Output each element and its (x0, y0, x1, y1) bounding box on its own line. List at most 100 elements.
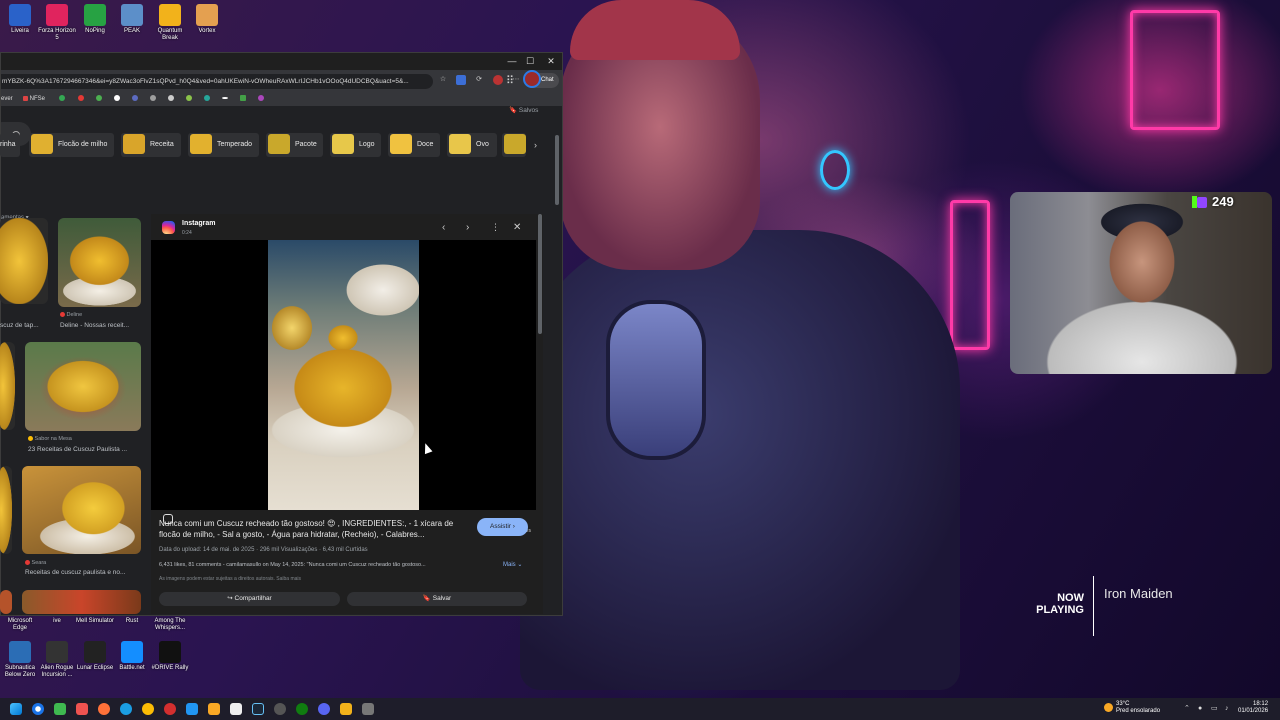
result-image[interactable] (58, 218, 141, 307)
result-image[interactable] (22, 466, 141, 554)
desktop-icon[interactable]: Liveira (0, 4, 40, 35)
brave-icon[interactable] (76, 703, 88, 715)
watch-button[interactable]: Assistir › (477, 518, 528, 536)
result-title[interactable]: scuz de tap... (0, 322, 46, 329)
url-field[interactable]: mYBZK-6Q%3A1767294667346&ei=y8ZWac3oFlvZ… (1, 74, 433, 89)
store-icon[interactable] (230, 703, 242, 715)
close-icon[interactable]: ✕ (544, 55, 558, 67)
result-title[interactable]: Deline - Nossas receit... (60, 322, 140, 329)
result-title[interactable]: 23 Receitas de Cuscuz Paulista ... (28, 446, 143, 453)
close-icon[interactable]: ✕ (513, 222, 521, 233)
more-link[interactable]: Mais ⌄ (503, 561, 522, 568)
weather-widget[interactable]: 33°C Pred ensolarado (1104, 701, 1160, 715)
desktop-icon[interactable]: Vortex (187, 4, 227, 35)
bookmark-icon-7[interactable] (186, 95, 192, 103)
desktop-icon-label[interactable]: Microsoft Edge (0, 618, 40, 632)
desktop-icon[interactable]: Battle.net (112, 641, 152, 672)
app-icon[interactable] (186, 703, 198, 715)
related-search-chip[interactable]: Receita (121, 133, 181, 157)
bookmark-item[interactable]: ever (1, 95, 13, 103)
desktop-icon[interactable]: #DRIVE Rally (150, 641, 190, 672)
bookmark-icon-5[interactable] (132, 95, 138, 103)
chrome-taskbar-icon[interactable] (32, 703, 44, 715)
result-image[interactable] (25, 342, 141, 431)
chevron-right-icon[interactable]: › (534, 140, 537, 150)
settings-icon[interactable] (274, 703, 286, 715)
related-search-chip[interactable]: Ovo (447, 133, 497, 157)
more-vert-icon[interactable]: ⋮ (491, 222, 500, 233)
desktop-icon[interactable]: NoPing (75, 4, 115, 35)
desktop-icon[interactable]: Lunar Eclipse (75, 641, 115, 672)
result-image[interactable] (22, 590, 141, 614)
result-image[interactable] (0, 590, 12, 614)
related-search-chip[interactable] (502, 133, 526, 157)
related-search-chip[interactable]: Temperado (188, 133, 259, 157)
preview-image[interactable] (268, 240, 419, 510)
preview-caption[interactable]: Nunca comi um Cuscuz recheado tão gostos… (159, 518, 474, 540)
bookmark-icon-10[interactable] (240, 95, 246, 103)
edge-icon[interactable] (120, 703, 132, 715)
chevron-up-icon[interactable]: ⌃ (1184, 705, 1192, 713)
related-search-chip[interactable]: Pacote (266, 133, 323, 157)
related-search-chip[interactable]: rinha (0, 133, 20, 157)
bookmark-icon-9[interactable] (222, 95, 228, 103)
desktop-icon[interactable]: Subnautica Below Zero (0, 641, 40, 679)
source-name[interactable]: Instagram (182, 220, 215, 227)
steam-icon[interactable] (252, 703, 264, 715)
clock[interactable]: 18:12 01/01/2026 (1238, 701, 1268, 715)
desktop-icon[interactable]: PEAK (112, 4, 152, 35)
desktop-icon[interactable]: Forza Horizon 5 (37, 4, 77, 42)
bookmark-icon-3[interactable] (96, 95, 102, 103)
maximize-icon[interactable]: ☐ (523, 55, 537, 67)
profile-icon[interactable] (493, 75, 503, 85)
discord-icon[interactable] (318, 703, 330, 715)
app-icon[interactable] (340, 703, 352, 715)
folder-icon[interactable] (208, 703, 220, 715)
panel-scrollbar[interactable] (538, 214, 542, 334)
desktop-icon[interactable]: Quantum Break (150, 4, 190, 42)
globe-icon[interactable] (168, 95, 174, 103)
desktop-icon-label[interactable]: Rust (112, 618, 152, 625)
mic-icon[interactable]: ● (1198, 705, 1206, 713)
chevron-right-icon[interactable]: › (466, 222, 469, 233)
page-scrollbar[interactable] (555, 135, 559, 205)
save-button[interactable]: 🔖 Salvar (347, 592, 527, 606)
firefox-icon[interactable] (98, 703, 110, 715)
bookmark-icon-1[interactable] (59, 95, 65, 103)
google-apps-icon[interactable]: ⠿ (506, 74, 514, 87)
media-viewer[interactable]: 464 × 825 (151, 240, 536, 533)
app-icon[interactable] (54, 703, 66, 715)
result-image[interactable] (0, 342, 15, 430)
account-avatar[interactable] (523, 70, 541, 88)
result-image[interactable] (0, 218, 48, 304)
chrome-icon[interactable] (142, 703, 154, 715)
desktop-icon[interactable]: Alien Rogue Incursion ... (37, 641, 77, 679)
share-button[interactable]: ↪ Compartilhar (159, 592, 340, 606)
minimize-icon[interactable]: — (505, 55, 519, 67)
bookmark-item[interactable]: NFSe (23, 95, 45, 103)
bookmark-icon-11[interactable] (258, 95, 264, 103)
refresh-extension-icon[interactable]: ⟳ (474, 75, 484, 85)
bookmark-icon-8[interactable] (204, 95, 210, 103)
desktop-icon-label[interactable]: ive (37, 618, 77, 625)
monitor-icon[interactable]: ▭ (1211, 705, 1219, 713)
result-title[interactable]: Receitas de cuscuz paulista e no... (25, 569, 140, 576)
bookmark-icon-6[interactable] (150, 95, 156, 103)
related-search-chip[interactable]: Doce (388, 133, 440, 157)
start-icon[interactable] (10, 703, 22, 715)
result-image[interactable] (0, 466, 12, 554)
volume-icon[interactable]: ♪ (1225, 705, 1233, 713)
related-search-chip[interactable]: Logo (330, 133, 381, 157)
saved-link[interactable]: 🔖 Salvos (509, 106, 538, 114)
desktop-icon-label[interactable]: Among The Whispers... (150, 618, 190, 632)
bookmark-icon-2[interactable] (78, 95, 84, 103)
opera-icon[interactable] (164, 703, 176, 715)
chevron-left-icon[interactable]: ‹ (442, 222, 445, 233)
extension-icon[interactable] (456, 75, 466, 85)
app-icon[interactable] (362, 703, 374, 715)
desktop-icon-label[interactable]: Mell Simulator (75, 618, 115, 625)
bookmark-icon-4[interactable] (114, 95, 120, 103)
related-search-chip[interactable]: Flocão de milho (29, 133, 114, 157)
xbox-icon[interactable] (296, 703, 308, 715)
bookmark-star-icon[interactable]: ☆ (438, 75, 448, 85)
